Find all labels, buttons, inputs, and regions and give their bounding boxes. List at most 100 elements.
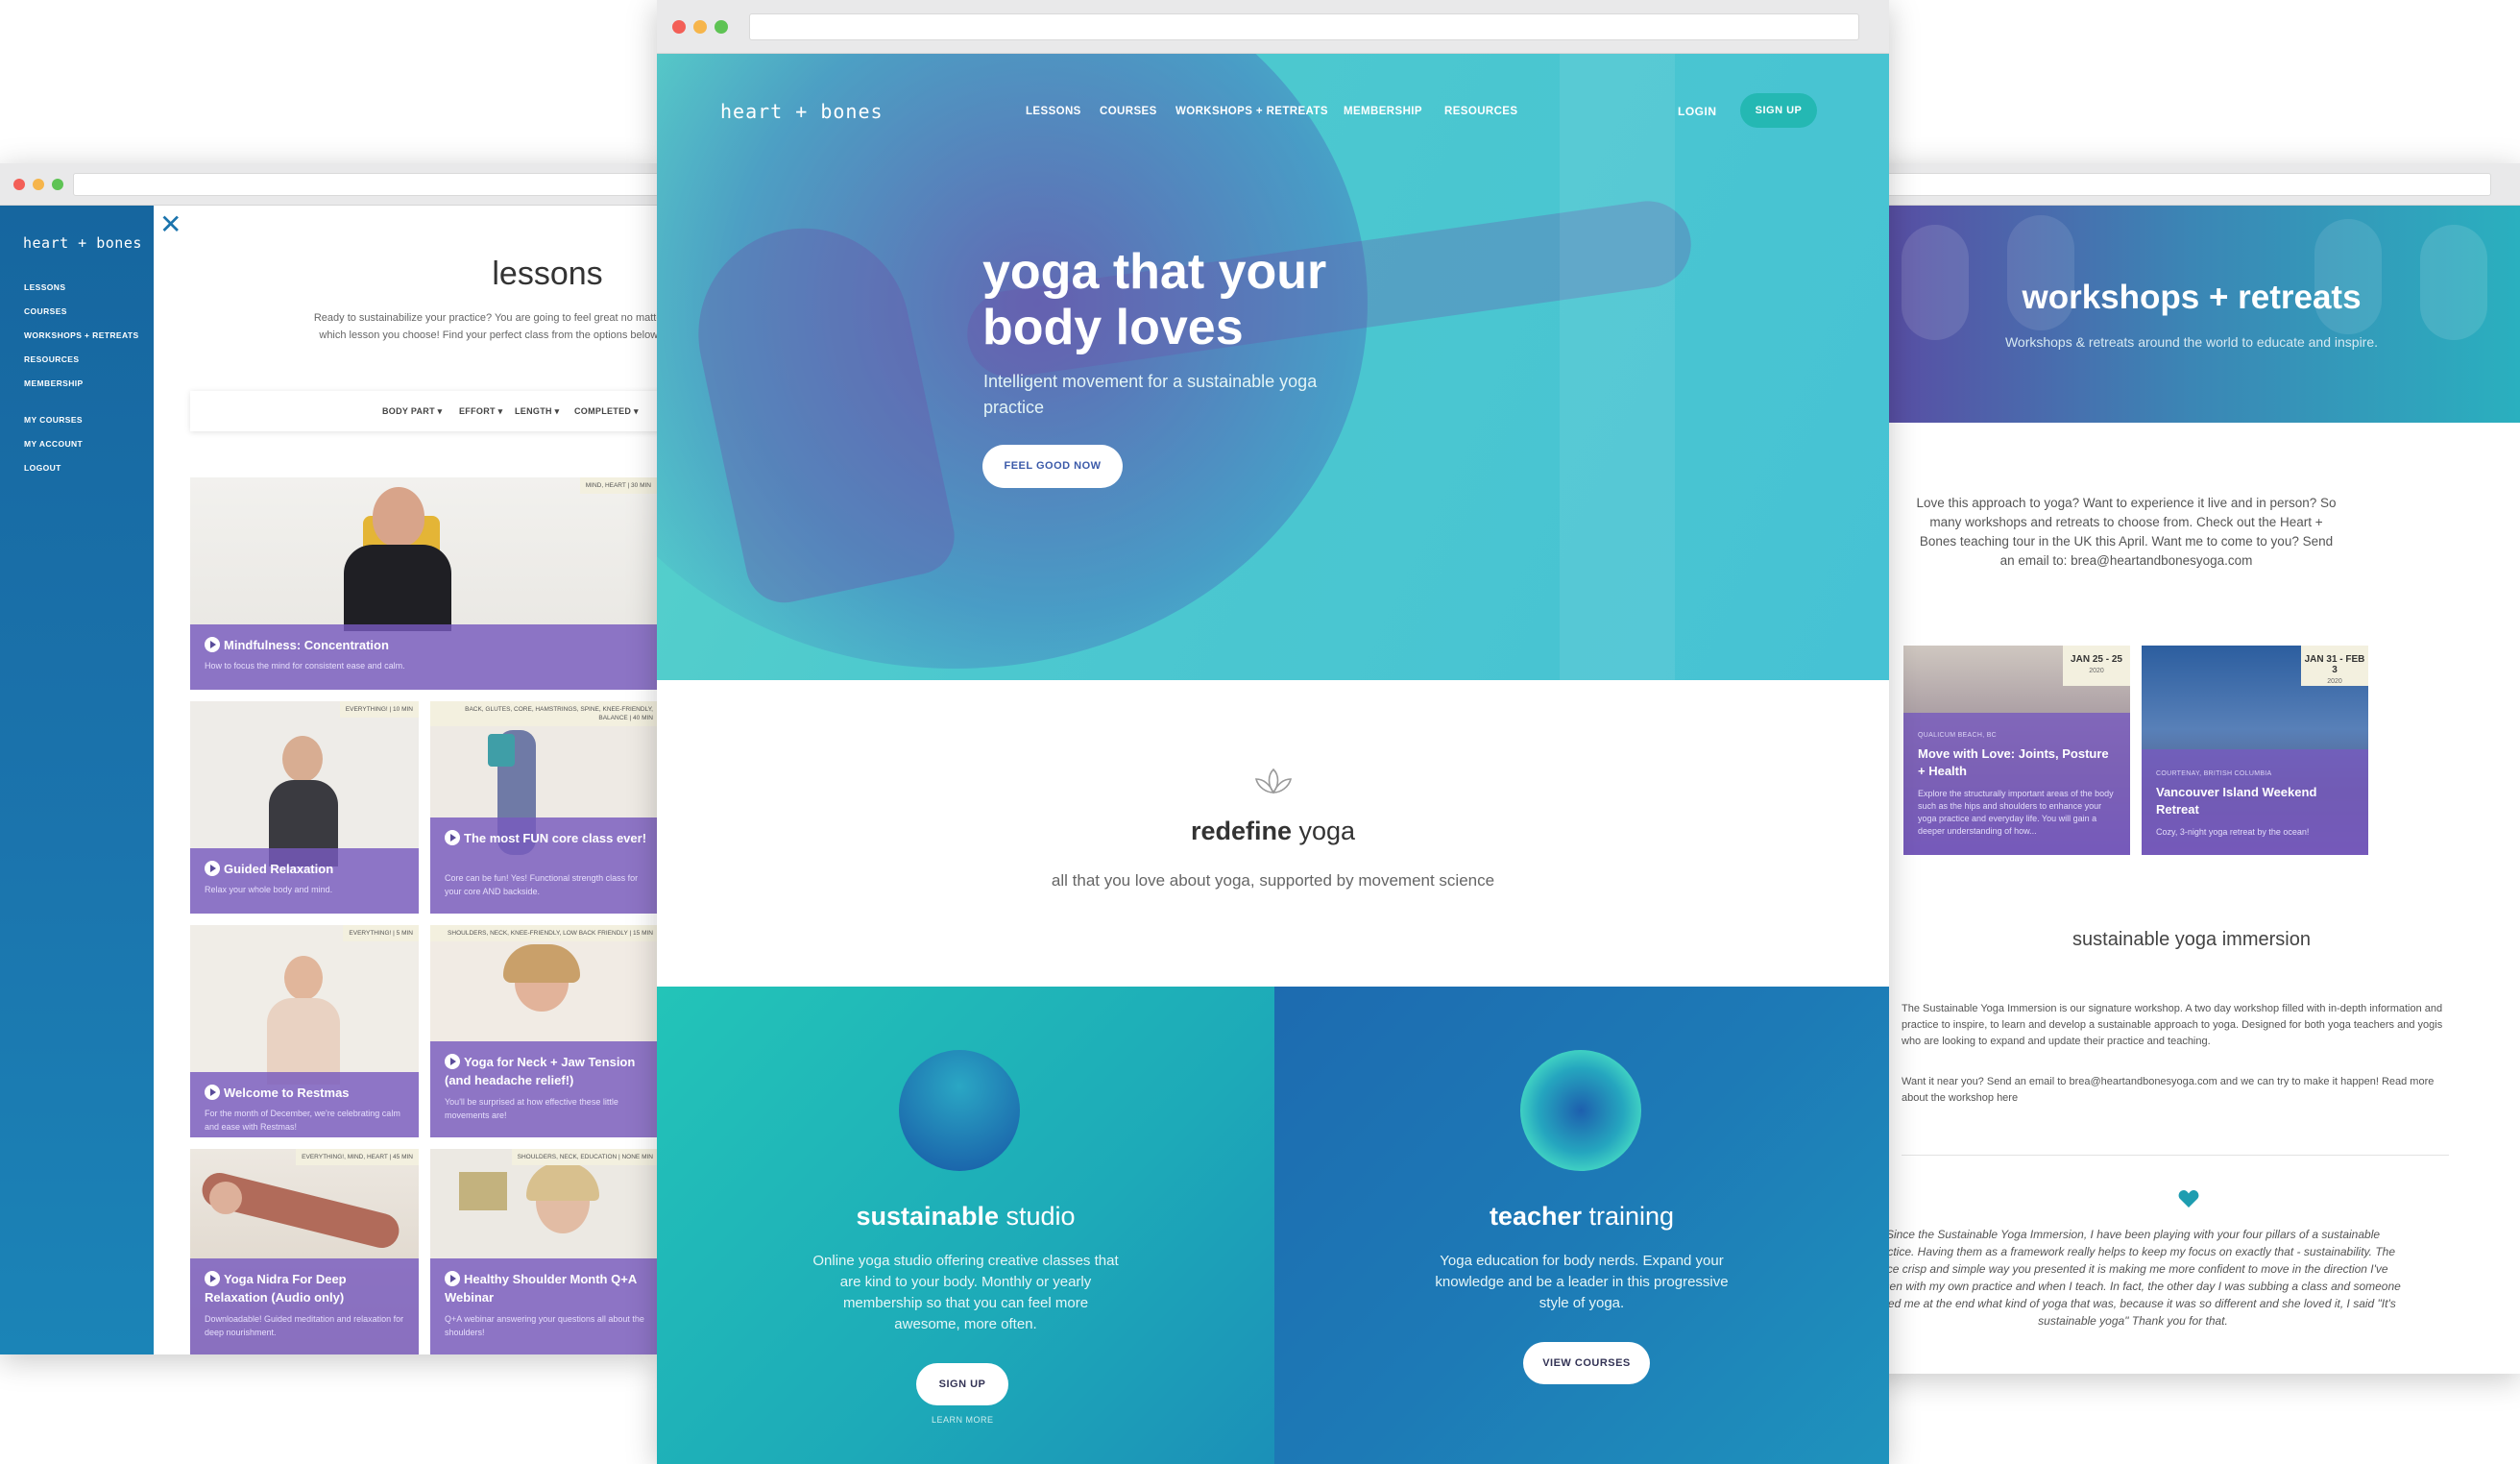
close-dot-icon[interactable]: [672, 20, 686, 34]
event-date: JAN 31 - FEB 3: [2304, 654, 2365, 675]
lesson-card[interactable]: BACK, GLUTES, CORE, HAMSTRINGS, SPINE, K…: [430, 701, 657, 914]
filter-length[interactable]: LENGTH ▾: [515, 406, 559, 417]
lesson-title: Mindfulness: Concentration: [205, 636, 647, 654]
play-icon[interactable]: [445, 830, 460, 845]
minimize-dot-icon[interactable]: [693, 20, 707, 34]
lesson-tag: MIND, HEART | 30 MIN: [579, 477, 657, 494]
event-year: 2020: [2327, 678, 2342, 685]
play-icon[interactable]: [445, 1271, 460, 1286]
site-logo[interactable]: heart + bones: [720, 100, 884, 123]
page-title: lessons: [492, 256, 603, 292]
lesson-tag: BACK, GLUTES, CORE, HAMSTRINGS, SPINE, K…: [430, 701, 657, 726]
page-title: workshops + retreats: [2022, 279, 2362, 316]
hero-title: yoga that your body loves: [982, 244, 1327, 355]
workshops-window: workshops + retreats Workshops & retreat…: [1863, 163, 2520, 1374]
lesson-card[interactable]: SHOULDERS, NECK, KNEE-FRIENDLY, LOW BACK…: [430, 925, 657, 1137]
lesson-desc: Core can be fun! Yes! Functional strengt…: [445, 873, 639, 896]
lesson-tag: EVERYTHING!, MIND, HEART | 45 MIN: [296, 1149, 419, 1165]
lesson-band: Healthy Shoulder Month Q+A Webinar Q+A w…: [430, 1258, 657, 1354]
lesson-title: Welcome to Restmas: [205, 1084, 409, 1102]
event-year: 2020: [2089, 668, 2104, 674]
event-card[interactable]: JAN 31 - FEB 3 2020 COURTENAY, BRITISH C…: [2142, 646, 2368, 855]
maximize-dot-icon[interactable]: [52, 179, 63, 190]
browser-chrome: [657, 0, 1889, 54]
url-bar[interactable]: [73, 173, 657, 196]
sidebar: heart + bones LESSONS COURSES WORKSHOPS …: [0, 206, 154, 1354]
page-subtitle: Workshops & retreats around the world to…: [2004, 334, 2379, 350]
immersion-paragraph-2: Want it near you? Send an email to brea@…: [1902, 1076, 2435, 1104]
feel-good-button[interactable]: FEEL GOOD NOW: [982, 445, 1123, 488]
close-icon[interactable]: ✕: [159, 211, 182, 238]
lesson-band: Yoga Nidra For Deep Relaxation (Audio on…: [190, 1258, 419, 1354]
learn-more-link[interactable]: LEARN MORE: [932, 1415, 994, 1425]
nav-courses[interactable]: COURSES: [1100, 106, 1157, 117]
lesson-card[interactable]: EVERYTHING!, MIND, HEART | 45 MIN Yoga N…: [190, 1149, 419, 1354]
training-panel: teacher training Yoga education for body…: [1274, 987, 1889, 1464]
training-desc: Yoga education for body nerds. Expand yo…: [1435, 1253, 1729, 1311]
lesson-band: The most FUN core class ever! Core can b…: [430, 817, 657, 914]
lesson-desc: Relax your whole body and mind.: [205, 885, 333, 894]
filter-body-part[interactable]: BODY PART ▾: [382, 406, 443, 417]
hero-window-light: [1560, 54, 1675, 680]
play-icon[interactable]: [205, 1271, 220, 1286]
event-name: Move with Love: Joints, Posture + Health: [1918, 746, 2109, 778]
lesson-tag: EVERYTHING! | 5 MIN: [343, 925, 419, 941]
workshops-intro: Love this approach to yoga? Want to expe…: [1916, 496, 2337, 568]
lesson-desc: For the month of December, we're celebra…: [205, 1109, 400, 1132]
sidebar-item-workshops[interactable]: WORKSHOPS + RETREATS: [24, 330, 139, 340]
sidebar-item-membership[interactable]: MEMBERSHIP: [24, 378, 84, 388]
nav-workshops[interactable]: WORKSHOPS + RETREATS: [1175, 106, 1328, 117]
sidebar-item-resources[interactable]: RESOURCES: [24, 354, 79, 364]
play-icon[interactable]: [205, 637, 220, 652]
testimonial-quote: Since the Sustainable Yoga Immersion, I …: [1865, 1228, 2401, 1328]
immersion-title: sustainable yoga immersion: [2072, 929, 2311, 950]
signup-button[interactable]: SIGN UP: [1740, 93, 1817, 128]
home-window: heart + bones LESSONS COURSES WORKSHOPS …: [657, 0, 1889, 1464]
lotus-icon: [1254, 768, 1293, 794]
lesson-title: The most FUN core class ever!: [445, 829, 649, 847]
lesson-title: Healthy Shoulder Month Q+A Webinar: [445, 1271, 637, 1305]
event-date-badge: JAN 25 - 25 2020: [2063, 646, 2130, 686]
sidebar-item-lessons[interactable]: LESSONS: [24, 282, 65, 292]
sidebar-item-my-account[interactable]: MY ACCOUNT: [24, 439, 83, 449]
play-icon[interactable]: [205, 861, 220, 876]
play-icon[interactable]: [205, 1085, 220, 1100]
sidebar-item-courses[interactable]: COURSES: [24, 306, 67, 316]
maximize-dot-icon[interactable]: [715, 20, 728, 34]
nav-resources[interactable]: RESOURCES: [1444, 106, 1517, 117]
immersion-paragraph: The Sustainable Yoga Immersion is our si…: [1902, 1003, 2443, 1047]
nav-membership[interactable]: MEMBERSHIP: [1344, 106, 1422, 117]
lesson-desc: Downloadable! Guided meditation and rela…: [205, 1314, 404, 1337]
filter-effort[interactable]: EFFORT ▾: [459, 406, 502, 417]
nav-lessons[interactable]: LESSONS: [1026, 106, 1081, 117]
event-location: COURTENAY, BRITISH COLUMBIA: [2156, 770, 2272, 777]
lesson-desc: How to focus the mind for consistent eas…: [205, 661, 405, 671]
lesson-band: Yoga for Neck + Jaw Tension (and headach…: [430, 1041, 657, 1137]
minimize-dot-icon[interactable]: [33, 179, 44, 190]
lesson-desc: Q+A webinar answering your questions all…: [445, 1314, 644, 1337]
lesson-card[interactable]: MIND, HEART | 30 MIN Mindfulness: Concen…: [190, 477, 657, 690]
sidebar-item-logout[interactable]: LOGOUT: [24, 463, 61, 473]
lessons-window: heart + bones LESSONS COURSES WORKSHOPS …: [0, 163, 657, 1354]
lesson-card[interactable]: EVERYTHING! | 5 MIN Welcome to Restmas F…: [190, 925, 419, 1137]
sidebar-item-my-courses[interactable]: MY COURSES: [24, 415, 83, 425]
login-link[interactable]: LOGIN: [1678, 105, 1717, 118]
view-courses-button[interactable]: VIEW COURSES: [1523, 1342, 1650, 1384]
url-bar[interactable]: [749, 13, 1859, 40]
close-dot-icon[interactable]: [13, 179, 25, 190]
sidebar-logo[interactable]: heart + bones: [23, 234, 142, 252]
filter-completed[interactable]: COMPLETED ▾: [574, 406, 639, 417]
lesson-tag: EVERYTHING! | 10 MIN: [339, 701, 419, 718]
lesson-card[interactable]: EVERYTHING! | 10 MIN Guided Relaxation R…: [190, 701, 419, 914]
redefine-subtitle: all that you love about yoga, supported …: [1051, 871, 1495, 890]
play-icon[interactable]: [445, 1054, 460, 1069]
url-bar[interactable]: [1863, 173, 2491, 196]
event-desc: Explore the structurally important areas…: [1918, 789, 2114, 836]
lessons-intro: Ready to sustainabilize your practice? Y…: [313, 312, 657, 341]
training-circle-graphic: [1520, 1050, 1641, 1171]
studio-signup-button[interactable]: SIGN UP: [916, 1363, 1008, 1405]
lesson-card[interactable]: SHOULDERS, NECK, EDUCATION | NONE MIN He…: [430, 1149, 657, 1354]
event-card[interactable]: JAN 25 - 25 2020 QUALICUM BEACH, BC Move…: [1903, 646, 2130, 855]
hero-subtitle: Intelligent movement for a sustainable y…: [983, 372, 1318, 417]
lesson-title: Yoga Nidra For Deep Relaxation (Audio on…: [205, 1271, 347, 1305]
